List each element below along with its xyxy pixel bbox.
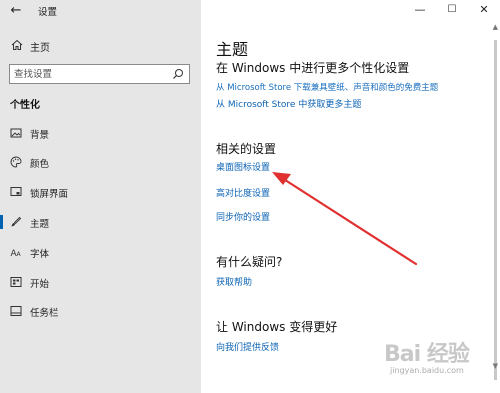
picture-icon bbox=[10, 128, 22, 138]
minimize-icon[interactable]: — bbox=[404, 0, 436, 20]
close-icon[interactable]: ✕ bbox=[468, 0, 500, 20]
nav-home[interactable]: 主页 bbox=[0, 36, 201, 56]
sidebar-item-lock-screen[interactable]: 锁屏界面 bbox=[0, 181, 201, 203]
font-icon: A A bbox=[11, 249, 22, 258]
sidebar-item-start[interactable]: 开始 bbox=[0, 271, 201, 293]
sidebar-item-fonts[interactable]: A A 字体 bbox=[0, 241, 201, 263]
palette-icon bbox=[10, 156, 22, 168]
sidebar-item-themes[interactable]: 主题 bbox=[0, 211, 201, 233]
nav-home-label: 主页 bbox=[30, 43, 50, 54]
title-bar: ← 设置 bbox=[0, 0, 201, 22]
sidebar-item-colors[interactable]: 颜色 bbox=[0, 151, 201, 173]
store-heading: 在 Windows 中进行更多个性化设置 bbox=[216, 61, 410, 75]
sidebar-item-label: 颜色 bbox=[30, 159, 50, 170]
watermark-logo: Bai 经验 jingyan.baidu.com bbox=[384, 336, 494, 386]
start-icon bbox=[10, 277, 22, 287]
scrollbar[interactable]: ▲ ▼ bbox=[493, 18, 498, 380]
lock-screen-icon bbox=[10, 187, 22, 196]
sidebar-item-label: 背景 bbox=[30, 130, 50, 141]
svg-text:A: A bbox=[17, 251, 22, 258]
sidebar: ← 设置 主页 个性化 背景 bbox=[0, 0, 201, 393]
scroll-thumb[interactable] bbox=[494, 40, 497, 380]
watermark-logo-text: Bai 经验 bbox=[384, 342, 470, 367]
sync-settings-link[interactable]: 同步你的设置 bbox=[216, 210, 270, 223]
get-help-link[interactable]: 获取帮助 bbox=[216, 275, 252, 288]
store-description-link[interactable]: 从 Microsoft Store 下载兼具壁纸、声音和颜色的免费主题 bbox=[216, 81, 438, 93]
sidebar-item-background[interactable]: 背景 bbox=[0, 122, 201, 144]
home-icon bbox=[11, 39, 23, 50]
sidebar-item-label: 主题 bbox=[30, 219, 50, 230]
feedback-heading: 让 Windows 变得更好 bbox=[216, 320, 338, 334]
sidebar-item-label: 任务栏 bbox=[30, 308, 59, 319]
feedback-link[interactable]: 向我们提供反馈 bbox=[216, 340, 279, 353]
watermark-url: jingyan.baidu.com bbox=[390, 366, 464, 375]
back-arrow-icon[interactable]: ← bbox=[8, 3, 24, 19]
question-heading: 有什么疑问? bbox=[216, 255, 283, 269]
search-input[interactable] bbox=[10, 65, 170, 83]
section-heading-personalization: 个性化 bbox=[10, 100, 40, 111]
brush-icon bbox=[11, 216, 22, 227]
sidebar-item-label: 字体 bbox=[30, 249, 50, 260]
settings-window: ← 设置 主页 个性化 背景 bbox=[0, 0, 500, 393]
search-box[interactable] bbox=[9, 64, 190, 84]
sidebar-item-taskbar[interactable]: 任务栏 bbox=[0, 300, 201, 322]
main-content: — ☐ ✕ 主题 在 Windows 中进行更多个性化设置 从 Microsof… bbox=[201, 0, 500, 393]
desktop-icon-settings-link[interactable]: 桌面图标设置 bbox=[216, 160, 270, 173]
scroll-up-icon[interactable]: ▲ bbox=[493, 23, 498, 31]
sidebar-item-label: 锁屏界面 bbox=[30, 189, 69, 200]
sidebar-item-label: 开始 bbox=[30, 279, 50, 290]
high-contrast-settings-link[interactable]: 高对比度设置 bbox=[216, 186, 270, 199]
store-get-more-link[interactable]: 从 Microsoft Store 中获取更多主题 bbox=[216, 97, 361, 110]
selected-indicator bbox=[0, 215, 3, 229]
page-title: 主题 bbox=[216, 40, 249, 59]
search-icon[interactable] bbox=[172, 68, 184, 80]
maximize-icon[interactable]: ☐ bbox=[436, 0, 468, 20]
window-title: 设置 bbox=[38, 7, 58, 18]
window-controls: — ☐ ✕ bbox=[400, 0, 500, 22]
related-settings-heading: 相关的设置 bbox=[216, 142, 277, 156]
taskbar-icon bbox=[10, 306, 22, 316]
